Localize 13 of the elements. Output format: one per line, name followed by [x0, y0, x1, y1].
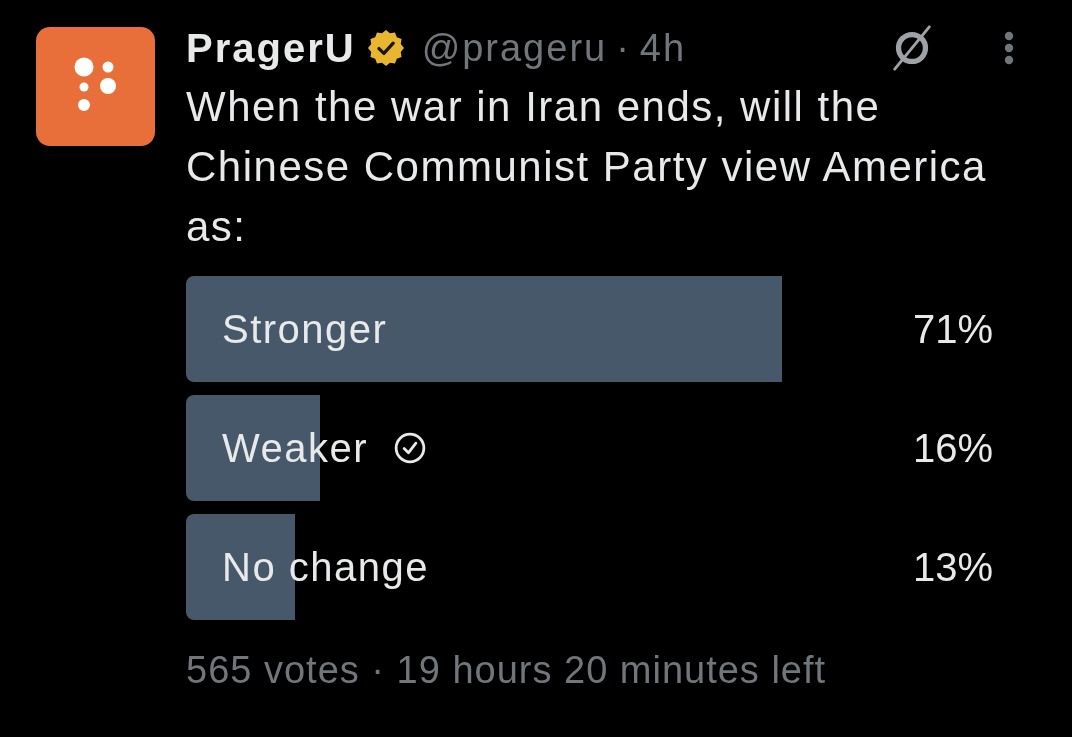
tweet-text: When the war in Iran ends, will the Chinese Communist Party view America as: — [186, 82, 988, 252]
poll-percentage: 13% — [912, 544, 993, 590]
dots-logo-icon — [36, 27, 155, 146]
poll-percentage: 71% — [912, 306, 993, 352]
post-time[interactable]: 4h — [639, 26, 687, 70]
separator-dot: · — [616, 26, 631, 70]
author-name[interactable]: PragerU — [186, 25, 356, 71]
poll-option-label: Stronger — [222, 306, 388, 352]
poll-percentage: 16% — [912, 425, 993, 471]
more-options-icon[interactable] — [1004, 31, 1014, 65]
poll-option-label: No change — [222, 544, 429, 590]
author-handle[interactable]: @prageru — [421, 26, 608, 70]
poll-summary: 565 votes · 19 hours 20 minutes left — [186, 648, 828, 693]
